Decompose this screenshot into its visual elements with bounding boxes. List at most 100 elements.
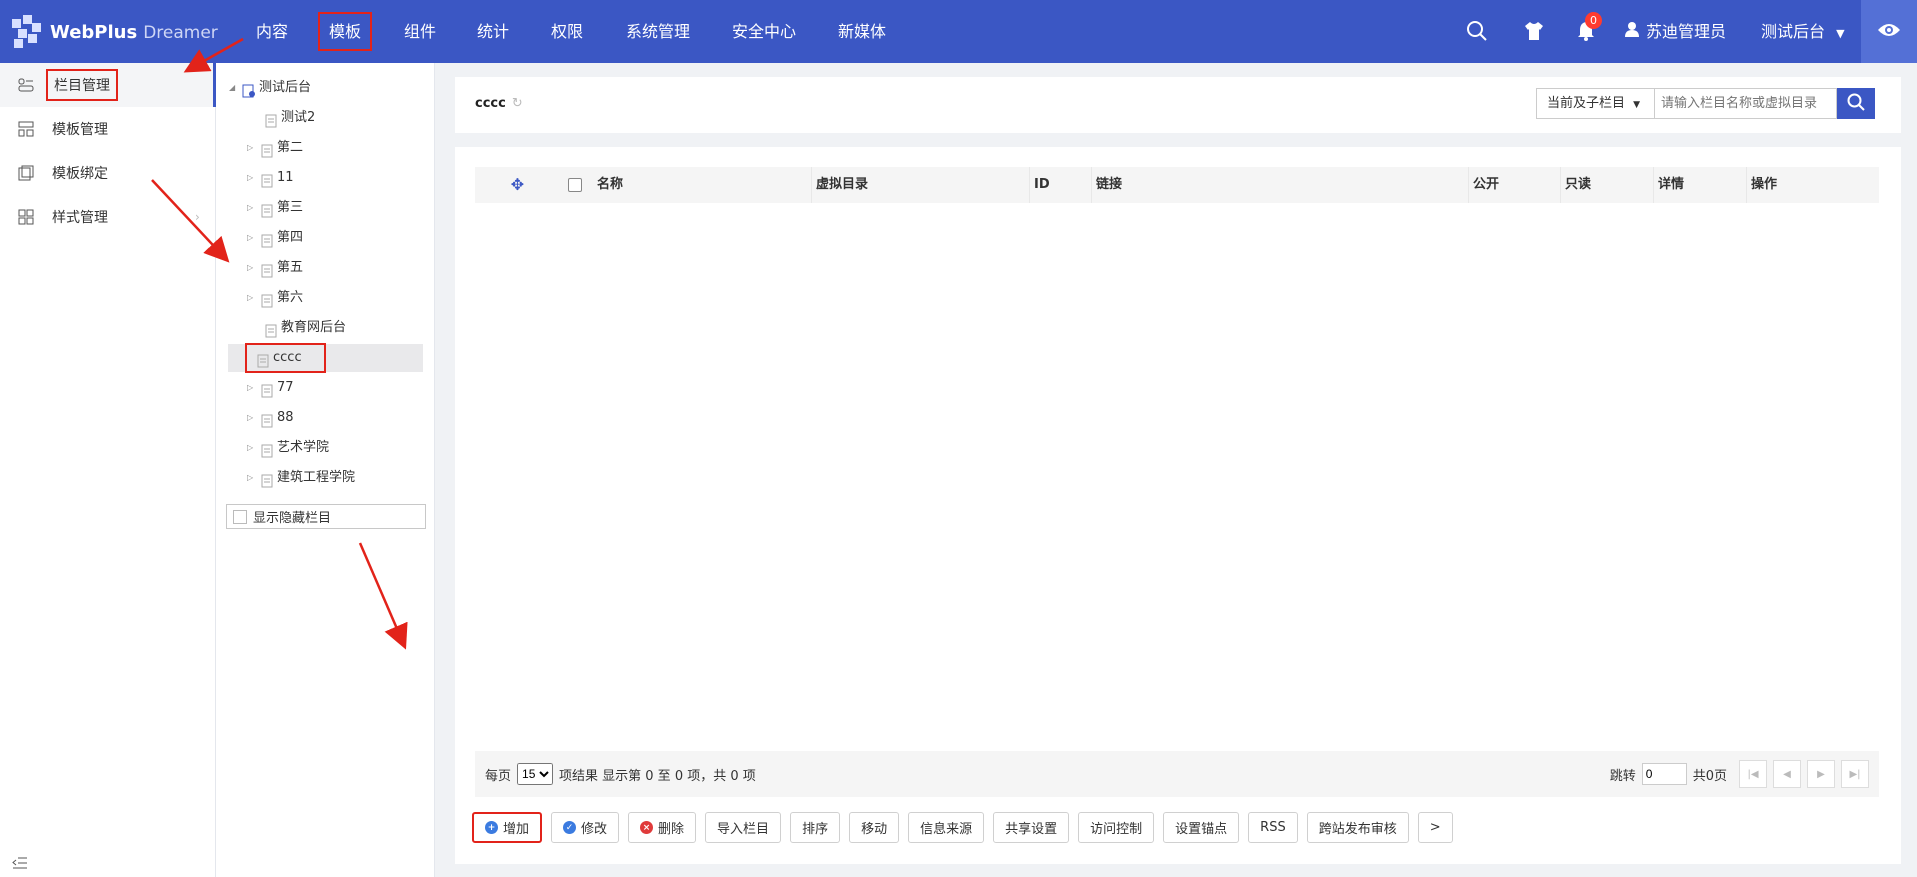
folder-icon <box>260 261 274 278</box>
template-icon <box>18 121 34 137</box>
sidebar-item-label: 模板绑定 <box>52 166 108 182</box>
folder-icon <box>260 381 274 398</box>
show-hidden-columns-toggle[interactable]: 显示隐藏栏目 <box>226 504 426 529</box>
tree-node[interactable]: ▷ 第二 <box>247 134 303 162</box>
sidebar-item-label: 模板管理 <box>52 122 108 138</box>
nav-security[interactable]: 安全中心 <box>730 0 798 63</box>
tree-node[interactable]: ▷ 第六 <box>247 284 303 312</box>
tree-root[interactable]: ◢ 测试后台 <box>229 74 311 102</box>
sidebar-item-column-manage[interactable]: 栏目管理 <box>0 63 216 107</box>
chevron-right-icon: › <box>195 210 200 224</box>
preview-button[interactable] <box>1861 0 1917 63</box>
nav-new-media[interactable]: 新媒体 <box>836 0 888 63</box>
col-action[interactable]: 操作 <box>1746 167 1879 203</box>
main-header: cccc ↻ 当前及子栏目 ▼ <box>455 77 1901 133</box>
tree-node[interactable]: ▷ 第三 <box>247 194 303 222</box>
theme-shirt-icon[interactable] <box>1523 20 1547 44</box>
table-header: ✥ 名称 虚拟目录 ID 链接 公开 只读 详情 操作 <box>475 167 1879 203</box>
search-icon <box>1847 93 1865 115</box>
action-toolbar: + 增加 ✓ 修改 × 删除 导入栏目 排序 移动 信息来源 共享设置 访问控制… <box>472 812 1453 843</box>
page-icon <box>264 111 278 128</box>
col-name[interactable]: 名称 <box>593 167 811 203</box>
per-page-select[interactable]: 15 <box>517 763 554 785</box>
bind-icon <box>18 165 34 181</box>
col-public[interactable]: 公开 <box>1468 167 1560 203</box>
first-page-icon[interactable]: |◀ <box>1739 760 1767 788</box>
user-menu[interactable]: 苏迪管理员 <box>1624 0 1726 63</box>
collapsed-arrow-icon: ▷ <box>247 293 254 302</box>
nav-permission[interactable]: 权限 <box>549 0 585 63</box>
prev-page-icon[interactable]: ◀ <box>1773 760 1801 788</box>
search-icon[interactable] <box>1466 20 1490 44</box>
tree-node[interactable]: 测试2 <box>251 104 315 132</box>
logo[interactable]: WebPlus Dreamer <box>10 12 218 52</box>
collapsed-arrow-icon: ▷ <box>247 233 254 242</box>
sidebar-item-template-bind[interactable]: 模板绑定 <box>0 151 216 195</box>
info-source-button[interactable]: 信息来源 <box>908 812 985 843</box>
site-name: 测试后台 <box>1761 22 1826 41</box>
collapsed-arrow-icon: ▷ <box>247 413 254 422</box>
add-button[interactable]: + 增加 <box>472 812 543 843</box>
tree-node[interactable]: ▷ 第四 <box>247 224 303 252</box>
col-detail[interactable]: 详情 <box>1653 167 1746 203</box>
collapsed-arrow-icon: ▷ <box>247 143 254 152</box>
rss-button[interactable]: RSS <box>1248 812 1298 843</box>
user-name: 苏迪管理员 <box>1646 22 1727 41</box>
jump-input[interactable] <box>1641 763 1687 785</box>
folder-icon <box>260 231 274 248</box>
folder-icon <box>260 441 274 458</box>
collapsed-arrow-icon: ▷ <box>247 473 254 482</box>
nav-template[interactable]: 模板 <box>316 0 374 63</box>
cross-site-review-button[interactable]: 跨站发布审核 <box>1306 812 1409 843</box>
brand-name: WebPlus <box>50 21 138 43</box>
import-button[interactable]: 导入栏目 <box>705 812 782 843</box>
set-anchor-button[interactable]: 设置锚点 <box>1163 812 1240 843</box>
collapse-sidebar-icon[interactable] <box>12 855 28 871</box>
last-page-icon[interactable]: ▶| <box>1841 760 1869 788</box>
result-text: 项结果 显示第 0 至 0 项，共 0 项 <box>559 768 756 784</box>
refresh-icon[interactable]: ↻ <box>512 96 523 111</box>
delete-button[interactable]: × 删除 <box>628 812 697 843</box>
nav-component[interactable]: 组件 <box>402 0 438 63</box>
site-switcher[interactable]: 测试后台 ▼ <box>1761 0 1845 63</box>
drag-handle-icon[interactable]: ✥ <box>475 167 560 203</box>
jump-label: 跳转 <box>1609 768 1636 784</box>
nav-statistics[interactable]: 统计 <box>475 0 511 63</box>
collapsed-arrow-icon: ▷ <box>247 383 254 392</box>
col-readonly[interactable]: 只读 <box>1560 167 1653 203</box>
search-input[interactable] <box>1654 88 1837 119</box>
collapsed-arrow-icon: ▷ <box>247 203 254 212</box>
sidebar-item-template-manage[interactable]: 模板管理 <box>0 107 216 151</box>
plus-circle-icon: + <box>485 821 498 834</box>
collapsed-arrow-icon: ▷ <box>247 443 254 452</box>
nav-content[interactable]: 内容 <box>254 0 290 63</box>
caret-down-icon: ▼ <box>1633 100 1641 110</box>
close-circle-icon: × <box>640 821 654 834</box>
access-control-button[interactable]: 访问控制 <box>1078 812 1155 843</box>
tree-node[interactable]: 教育网后台 <box>251 314 346 342</box>
tree-node[interactable]: ▷ 77 <box>247 374 294 402</box>
move-button[interactable]: 移动 <box>849 812 900 843</box>
sidebar-item-style-manage[interactable]: 样式管理 › <box>0 195 216 239</box>
sort-button[interactable]: 排序 <box>790 812 841 843</box>
tree-node[interactable]: ▷ 88 <box>247 404 294 432</box>
more-button[interactable]: > <box>1417 812 1453 843</box>
nav-system[interactable]: 系统管理 <box>624 0 692 63</box>
col-virtual-dir[interactable]: 虚拟目录 <box>811 167 1029 203</box>
next-page-icon[interactable]: ▶ <box>1807 760 1835 788</box>
checkbox[interactable] <box>233 509 247 524</box>
edit-button[interactable]: ✓ 修改 <box>551 812 620 843</box>
col-link[interactable]: 链接 <box>1091 167 1468 203</box>
caret-down-icon: ▼ <box>1836 27 1845 40</box>
scope-select[interactable]: 当前及子栏目 ▼ <box>1536 88 1654 119</box>
col-id[interactable]: ID <box>1029 167 1091 203</box>
tree-node[interactable]: ▷ 建筑工程学院 <box>247 464 355 492</box>
search-button[interactable] <box>1837 88 1875 119</box>
tree-node[interactable]: ▷ 艺术学院 <box>247 434 329 462</box>
tree-node-selected[interactable]: cccc <box>228 343 423 373</box>
tree-node[interactable]: ▷ 第五 <box>247 254 303 282</box>
main-body: ✥ 名称 虚拟目录 ID 链接 公开 只读 详情 操作 每页 15 项结果 显示… <box>455 147 1901 864</box>
site-icon <box>242 81 256 98</box>
tree-node[interactable]: ▷ 11 <box>247 164 294 192</box>
share-settings-button[interactable]: 共享设置 <box>993 812 1070 843</box>
